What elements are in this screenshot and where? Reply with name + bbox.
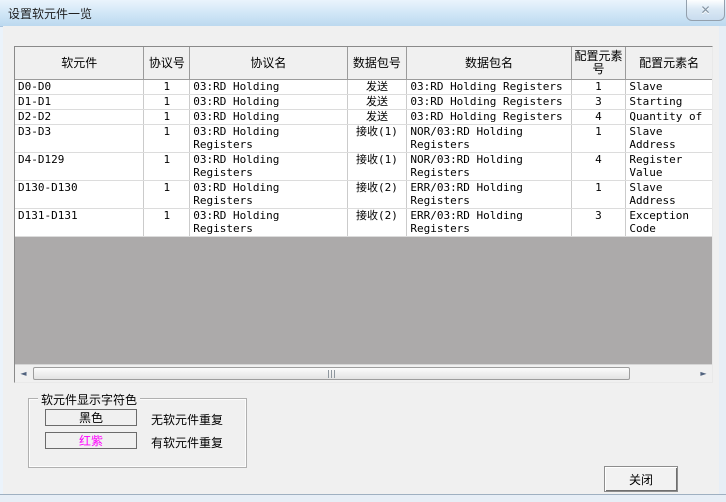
table-cell: Slave — [626, 80, 712, 94]
table-cell: 1 — [572, 181, 627, 208]
dialog-client-area: 软元件协议号协议名数据包号数据包名配置元素号配置元素名 D0-D0103:RD … — [3, 26, 719, 494]
groupbox-title: 软元件显示字符色 — [38, 391, 140, 408]
scroll-right-icon: ► — [700, 369, 706, 378]
table-cell: 4 — [572, 110, 627, 124]
close-icon: ✕ — [700, 3, 710, 17]
window-title: 设置软元件一览 — [8, 5, 92, 22]
table-cell: Exception Code — [626, 209, 712, 236]
table-cell: 03:RD Holding Registers — [190, 209, 347, 236]
window-close-button[interactable]: ✕ — [686, 0, 725, 21]
device-color-groupbox: 软元件显示字符色 黑色 无软元件重复 红紫 有软元件重复 — [28, 398, 247, 468]
table-row[interactable]: D0-D0103:RD Holding Registers发送03:RD Hol… — [15, 80, 712, 95]
table-cell: Starting — [626, 95, 712, 109]
scroll-right-button[interactable]: ► — [695, 365, 712, 382]
table-row[interactable]: D131-D131103:RD Holding Registers接收(2)ER… — [15, 209, 712, 237]
column-header[interactable]: 软元件 — [15, 47, 144, 79]
table-cell: 4 — [572, 153, 627, 180]
table-cell: D4-D129 — [15, 153, 144, 180]
column-header[interactable]: 数据包名 — [407, 47, 571, 79]
device-list-table: 软元件协议号协议名数据包号数据包名配置元素号配置元素名 D0-D0103:RD … — [14, 46, 713, 383]
table-row[interactable]: D3-D3103:RD Holding Registers接收(1)NOR/03… — [15, 125, 712, 153]
table-cell: 03:RD Holding Registers — [407, 95, 571, 109]
has-duplicate-label: 有软元件重复 — [151, 434, 223, 451]
table-row[interactable]: D4-D129103:RD Holding Registers接收(1)NOR/… — [15, 153, 712, 181]
table-cell: 1 — [144, 181, 190, 208]
table-cell: 03:RD Holding Registers — [190, 181, 347, 208]
close-dialog-button[interactable]: 关闭 — [604, 466, 678, 492]
table-cell: 1 — [572, 80, 627, 94]
table-cell: 1 — [144, 95, 190, 109]
window-right-border — [719, 26, 726, 494]
scrollbar-thumb[interactable] — [33, 367, 630, 380]
magenta-color-button[interactable]: 红紫 — [45, 432, 137, 449]
table-row[interactable]: D1-D1103:RD Holding Registers发送03:RD Hol… — [15, 95, 712, 110]
horizontal-scrollbar[interactable]: ◄ ► — [15, 364, 712, 382]
table-cell: 3 — [572, 209, 627, 236]
table-cell: 03:RD Holding Registers — [407, 80, 571, 94]
scroll-left-button[interactable]: ◄ — [15, 365, 32, 382]
table-cell: 1 — [144, 80, 190, 94]
table-cell: 03:RD Holding Registers — [190, 153, 347, 180]
table-cell: 接收(1) — [348, 125, 408, 152]
table-cell: 接收(1) — [348, 153, 408, 180]
table-cell: 03:RD Holding Registers — [190, 110, 347, 124]
table-cell: 1 — [144, 153, 190, 180]
column-header[interactable]: 数据包号 — [348, 47, 408, 79]
table-row[interactable]: D2-D2103:RD Holding Registers发送03:RD Hol… — [15, 110, 712, 125]
table-cell: ERR/03:RD Holding Registers — [407, 181, 571, 208]
table-cell: 1 — [144, 209, 190, 236]
close-dialog-button-label: 关闭 — [629, 471, 653, 488]
table-cell: NOR/03:RD Holding Registers — [407, 125, 571, 152]
table-cell: 接收(2) — [348, 209, 408, 236]
table-cell: D3-D3 — [15, 125, 144, 152]
table-cell: ERR/03:RD Holding Registers — [407, 209, 571, 236]
column-header[interactable]: 协议号 — [144, 47, 190, 79]
no-duplicate-label: 无软元件重复 — [151, 411, 223, 428]
table-cell: 03:RD Holding Registers — [190, 95, 347, 109]
table-cell: D0-D0 — [15, 80, 144, 94]
black-color-button[interactable]: 黑色 — [45, 409, 137, 426]
table-cell: D131-D131 — [15, 209, 144, 236]
table-cell: Register Value — [626, 153, 712, 180]
table-cell: Slave Address — [626, 181, 712, 208]
table-cell: 1 — [144, 110, 190, 124]
black-color-button-label: 黑色 — [79, 409, 103, 426]
table-cell: Quantity of — [626, 110, 712, 124]
table-cell: NOR/03:RD Holding Registers — [407, 153, 571, 180]
title-bar: 设置软元件一览 — [0, 0, 726, 27]
column-header[interactable]: 配置元素名 — [626, 47, 712, 79]
table-cell: 03:RD Holding Registers — [190, 125, 347, 152]
table-empty-area — [15, 237, 712, 364]
table-cell: 03:RD Holding Registers — [407, 110, 571, 124]
table-cell: 1 — [572, 125, 627, 152]
table-row[interactable]: D130-D130103:RD Holding Registers接收(2)ER… — [15, 181, 712, 209]
table-cell: D1-D1 — [15, 95, 144, 109]
scrollbar-grip-icon — [328, 370, 336, 378]
table-cell: D2-D2 — [15, 110, 144, 124]
table-cell: Slave Address — [626, 125, 712, 152]
table-cell: 03:RD Holding Registers — [190, 80, 347, 94]
magenta-color-button-label: 红紫 — [79, 432, 103, 449]
table-cell: 1 — [144, 125, 190, 152]
table-cell: 发送 — [348, 95, 408, 109]
column-header[interactable]: 协议名 — [190, 47, 347, 79]
table-cell: 接收(2) — [348, 181, 408, 208]
table-header-row: 软元件协议号协议名数据包号数据包名配置元素号配置元素名 — [15, 47, 712, 80]
scroll-left-icon: ◄ — [20, 369, 26, 378]
table-cell: 发送 — [348, 110, 408, 124]
table-cell: D130-D130 — [15, 181, 144, 208]
column-header[interactable]: 配置元素号 — [572, 47, 627, 79]
table-cell: 发送 — [348, 80, 408, 94]
table-cell: 3 — [572, 95, 627, 109]
